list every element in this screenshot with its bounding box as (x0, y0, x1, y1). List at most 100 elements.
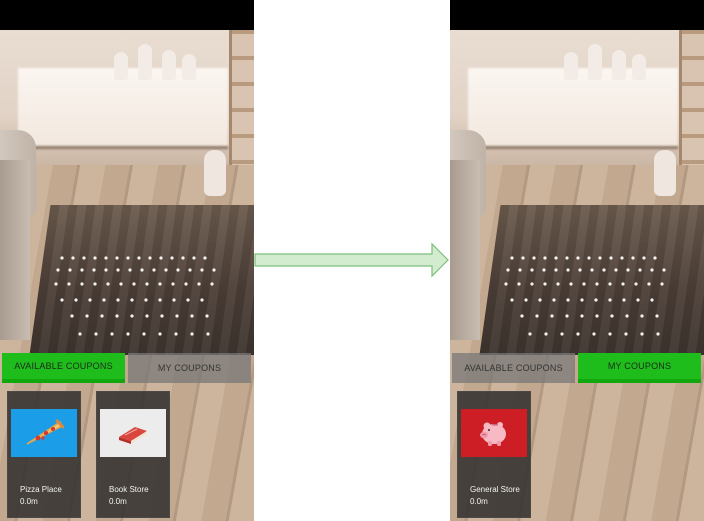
ar-dot (171, 282, 175, 286)
ar-dot (636, 298, 640, 302)
phone-screen-after: AVAILABLE COUPONS MY COUPONS General Sto… (450, 0, 704, 521)
ar-dot (538, 298, 542, 302)
ar-dot (552, 298, 556, 302)
ar-dot (205, 314, 209, 318)
ar-dot (67, 282, 71, 286)
ar-dot (530, 268, 534, 272)
ar-dot (620, 256, 624, 260)
ar-dot (68, 268, 72, 272)
ar-dot (576, 256, 580, 260)
ar-dot (93, 282, 97, 286)
coupon-card-book-store[interactable]: Book Store 0.0m (96, 391, 170, 518)
ar-dot (638, 268, 642, 272)
ar-dot (510, 256, 514, 260)
pizza-icon (11, 409, 77, 457)
ar-dot (92, 268, 96, 272)
ar-dot (587, 256, 591, 260)
ar-dot (144, 298, 148, 302)
ar-dot (116, 268, 120, 272)
tab-my-coupons[interactable]: MY COUPONS (128, 353, 251, 383)
ar-dot (145, 314, 149, 318)
ar-dot (158, 298, 162, 302)
book-icon (100, 409, 166, 457)
ar-dot (188, 268, 192, 272)
ar-dot (158, 282, 162, 286)
ar-dot (640, 332, 644, 336)
coupon-card-general-store[interactable]: General Store 0.0m (457, 391, 531, 518)
ar-dot (137, 256, 141, 260)
ar-dot (528, 332, 532, 336)
ar-dot (110, 332, 114, 336)
ar-dot (82, 256, 86, 260)
ar-dot (158, 332, 162, 336)
ar-dot (54, 282, 58, 286)
status-bar (450, 0, 704, 30)
ar-dot (650, 298, 654, 302)
ar-dot (576, 332, 580, 336)
ar-dot (608, 298, 612, 302)
ar-dot (578, 268, 582, 272)
ar-dot (203, 256, 207, 260)
ar-dot (130, 314, 134, 318)
ar-dot (104, 256, 108, 260)
piggy-bank-icon (461, 409, 527, 457)
ar-dot (566, 298, 570, 302)
ar-dot (160, 314, 164, 318)
ar-dot (200, 298, 204, 302)
ar-dot (592, 332, 596, 336)
ar-dot (132, 282, 136, 286)
ar-dot (116, 298, 120, 302)
ar-dot (544, 332, 548, 336)
ar-dot (642, 256, 646, 260)
ar-dot (94, 332, 98, 336)
ar-dot (140, 268, 144, 272)
status-bar (0, 0, 254, 30)
ar-dot (565, 256, 569, 260)
ar-dot (580, 298, 584, 302)
ar-dot (517, 282, 521, 286)
ar-dot (60, 256, 64, 260)
tab-available-coupons[interactable]: AVAILABLE COUPONS (452, 353, 575, 383)
ar-dot (647, 282, 651, 286)
ar-dot (190, 314, 194, 318)
ar-dot (595, 314, 599, 318)
ar-dot (521, 256, 525, 260)
ar-dot (181, 256, 185, 260)
ar-dot (506, 268, 510, 272)
ar-dot (104, 268, 108, 272)
ar-dot (142, 332, 146, 336)
ar-dot (535, 314, 539, 318)
ar-dot (653, 256, 657, 260)
ar-dot (212, 268, 216, 272)
ar-dot (543, 282, 547, 286)
ar-dot (200, 268, 204, 272)
ar-dot (566, 268, 570, 272)
ar-dot (164, 268, 168, 272)
ar-dot (60, 298, 64, 302)
coupon-distance: 0.0m (20, 497, 38, 506)
ar-dot (130, 298, 134, 302)
ar-dot (145, 282, 149, 286)
ar-dot (598, 256, 602, 260)
ar-dot (102, 298, 106, 302)
ar-dot (608, 282, 612, 286)
coupon-card-pizza-place[interactable]: Pizza Place 0.0m (7, 391, 81, 518)
ar-dot (174, 332, 178, 336)
ar-dot (106, 282, 110, 286)
ar-dot (159, 256, 163, 260)
right-arrow-icon (254, 242, 449, 278)
ar-dot (650, 268, 654, 272)
coupon-distance: 0.0m (109, 497, 127, 506)
ar-dot (170, 256, 174, 260)
ar-dot (80, 268, 84, 272)
tab-my-coupons[interactable]: MY COUPONS (578, 353, 701, 383)
coupon-tabs: AVAILABLE COUPONS MY COUPONS (450, 353, 704, 383)
tab-available-coupons[interactable]: AVAILABLE COUPONS (2, 353, 125, 383)
ar-dot (560, 332, 564, 336)
ar-dot (556, 282, 560, 286)
ar-dot (128, 268, 132, 272)
ar-dot (530, 282, 534, 286)
ar-dot (662, 268, 666, 272)
ar-dot (510, 298, 514, 302)
ar-dot (93, 256, 97, 260)
